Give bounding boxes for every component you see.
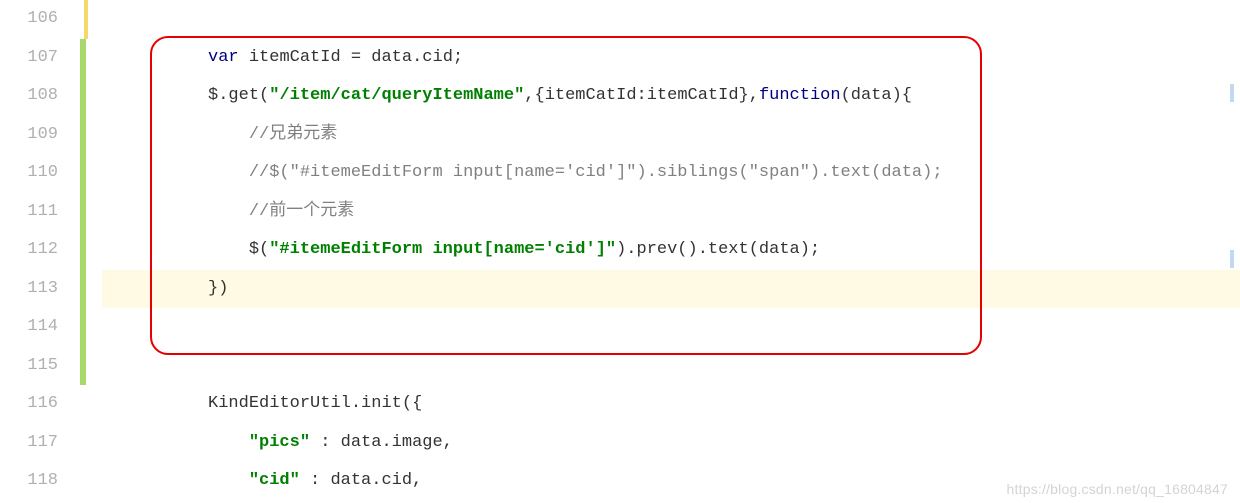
code-fragment: : data.image, — [310, 433, 453, 452]
indent — [106, 240, 249, 259]
line-number-gutter: 106 107 108 109 110 111 112 113 114 115 … — [0, 0, 76, 503]
code-fragment: }) — [208, 279, 228, 298]
line-number[interactable]: 112 — [0, 231, 58, 270]
comment: //前一个元素 — [249, 202, 354, 221]
added-marker-icon — [80, 270, 86, 309]
added-marker-icon — [80, 39, 86, 78]
code-fragment: ).prev().text(data); — [616, 240, 820, 259]
code-line[interactable]: KindEditorUtil.init({ — [102, 385, 1240, 424]
line-number[interactable]: 114 — [0, 308, 58, 347]
code-line[interactable]: var itemCatId = data.cid; — [102, 39, 1240, 78]
stripe-mark-icon[interactable] — [1230, 250, 1234, 268]
modified-marker-icon — [84, 0, 88, 39]
indent — [106, 48, 208, 67]
code-fragment: $.get( — [208, 86, 269, 105]
line-number[interactable]: 116 — [0, 385, 58, 424]
string-literal: "#itemeEditForm input[name='cid']" — [269, 240, 616, 259]
code-editor: 106 107 108 109 110 111 112 113 114 115 … — [0, 0, 1240, 503]
line-number[interactable]: 117 — [0, 424, 58, 463]
code-fragment: $( — [249, 240, 269, 259]
code-fragment: KindEditorUtil.init({ — [208, 394, 422, 413]
line-number[interactable]: 115 — [0, 347, 58, 386]
indent — [106, 279, 208, 298]
line-number[interactable]: 107 — [0, 39, 58, 78]
code-fragment: : data.cid, — [300, 471, 422, 490]
code-fragment: ,{itemCatId:itemCatId}, — [524, 86, 759, 105]
indent — [106, 163, 249, 182]
added-marker-icon — [80, 154, 86, 193]
string-literal: "cid" — [249, 471, 300, 490]
watermark-text: https://blog.csdn.net/qq_16804847 — [1007, 481, 1228, 497]
line-number[interactable]: 110 — [0, 154, 58, 193]
added-marker-icon — [80, 116, 86, 155]
line-number[interactable]: 106 — [0, 0, 58, 39]
code-line[interactable]: //$("#itemeEditForm input[name='cid']").… — [102, 154, 1240, 193]
code-fragment: (data){ — [841, 86, 912, 105]
code-line-current[interactable]: }) — [102, 270, 1240, 309]
indent — [106, 202, 249, 221]
indent — [106, 471, 249, 490]
indent — [106, 394, 208, 413]
code-line[interactable]: $("#itemeEditForm input[name='cid']").pr… — [102, 231, 1240, 270]
code-line[interactable]: //兄弟元素 — [102, 116, 1240, 155]
code-line[interactable]: $.get("/item/cat/queryItemName",{itemCat… — [102, 77, 1240, 116]
error-stripe[interactable] — [1228, 0, 1236, 503]
added-marker-icon — [80, 77, 86, 116]
indent — [106, 86, 208, 105]
code-line[interactable] — [102, 0, 1240, 39]
identifier: itemCatId — [249, 48, 341, 67]
code-fragment: = data.cid; — [341, 48, 463, 67]
line-number[interactable]: 113 — [0, 270, 58, 309]
line-number[interactable]: 109 — [0, 116, 58, 155]
comment: //$("#itemeEditForm input[name='cid']").… — [249, 163, 943, 182]
added-marker-icon — [80, 308, 86, 347]
indent — [106, 125, 249, 144]
comment: //兄弟元素 — [249, 125, 337, 144]
added-marker-icon — [80, 193, 86, 232]
code-line[interactable]: "pics" : data.image, — [102, 424, 1240, 463]
code-line[interactable]: //前一个元素 — [102, 193, 1240, 232]
code-line[interactable] — [102, 308, 1240, 347]
added-marker-icon — [80, 231, 86, 270]
added-marker-icon — [80, 347, 86, 386]
keyword-function: function — [759, 86, 841, 105]
string-literal: "/item/cat/queryItemName" — [269, 86, 524, 105]
line-number[interactable]: 111 — [0, 193, 58, 232]
string-literal: "pics" — [249, 433, 310, 452]
line-number[interactable]: 108 — [0, 77, 58, 116]
code-content-area[interactable]: var itemCatId = data.cid; $.get("/item/c… — [102, 0, 1240, 503]
code-line[interactable] — [102, 347, 1240, 386]
indent — [106, 433, 249, 452]
stripe-mark-icon[interactable] — [1230, 84, 1234, 102]
keyword-var: var — [208, 48, 249, 67]
line-number[interactable]: 118 — [0, 462, 58, 501]
change-marker-gutter — [76, 0, 102, 503]
